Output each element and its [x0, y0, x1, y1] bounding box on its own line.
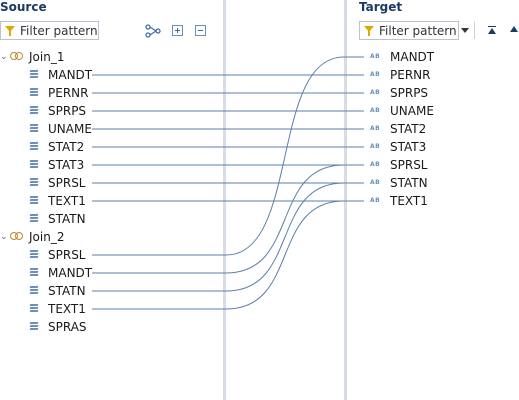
target-field-label: TEXT1	[390, 194, 428, 208]
join-label: Join_1	[29, 50, 65, 64]
field-icon	[29, 106, 39, 115]
field-icon	[29, 214, 39, 223]
field-icon	[29, 160, 39, 169]
target-field-label: SPRPS	[390, 86, 429, 100]
field-icon	[29, 124, 39, 133]
target-field-label: STAT2	[390, 122, 427, 136]
string-type-icon: AB	[370, 161, 381, 168]
field-icon	[29, 70, 39, 79]
field-label: STAT3	[48, 158, 85, 172]
field-icon	[29, 178, 39, 187]
mapping-line[interactable]	[92, 164, 364, 274]
field-icon	[29, 304, 39, 313]
string-type-icon: AB	[370, 197, 381, 204]
string-type-icon: AB	[370, 125, 381, 132]
field-icon	[29, 88, 39, 97]
target-field-label: SPRSL	[390, 158, 428, 172]
field-label: TEXT1	[48, 194, 86, 208]
field-icon	[29, 286, 39, 295]
mapping-line[interactable]	[92, 56, 364, 256]
field-icon	[29, 268, 39, 277]
field-label: PERNR	[48, 86, 89, 100]
string-type-icon: AB	[370, 179, 381, 186]
field-label: SPRSL	[48, 248, 86, 262]
collapse-arrow-icon[interactable]: ⌄	[0, 228, 8, 246]
string-type-icon: AB	[370, 53, 381, 60]
field-label: STATN	[48, 284, 86, 298]
field-label: STATN	[48, 212, 86, 226]
field-icon	[29, 250, 39, 259]
target-field-label: MANDT	[390, 50, 435, 64]
field-icon	[29, 196, 39, 205]
string-type-icon: AB	[370, 143, 381, 150]
string-type-icon: AB	[370, 107, 381, 114]
field-label: SPRAS	[48, 320, 87, 334]
field-label: MANDT	[48, 266, 93, 280]
string-type-icon: AB	[370, 89, 381, 96]
target-field-label: PERNR	[390, 68, 431, 82]
target-field-label: UNAME	[390, 104, 434, 118]
target-field-label: STATN	[390, 176, 428, 190]
field-label: SPRPS	[48, 104, 87, 118]
field-label: SPRSL	[48, 176, 86, 190]
string-type-icon: AB	[370, 71, 381, 78]
field-icon	[29, 142, 39, 151]
join-icon	[10, 232, 25, 241]
join-icon	[10, 52, 25, 61]
join-label: Join_2	[29, 230, 65, 244]
field-label: UNAME	[48, 122, 92, 136]
field-label: MANDT	[48, 68, 93, 82]
field-label: STAT2	[48, 140, 85, 154]
field-label: TEXT1	[48, 302, 86, 316]
collapse-arrow-icon[interactable]: ⌄	[0, 48, 8, 66]
mapping-line[interactable]	[92, 182, 364, 292]
target-field-label: STAT3	[390, 140, 427, 154]
field-icon	[29, 322, 39, 331]
